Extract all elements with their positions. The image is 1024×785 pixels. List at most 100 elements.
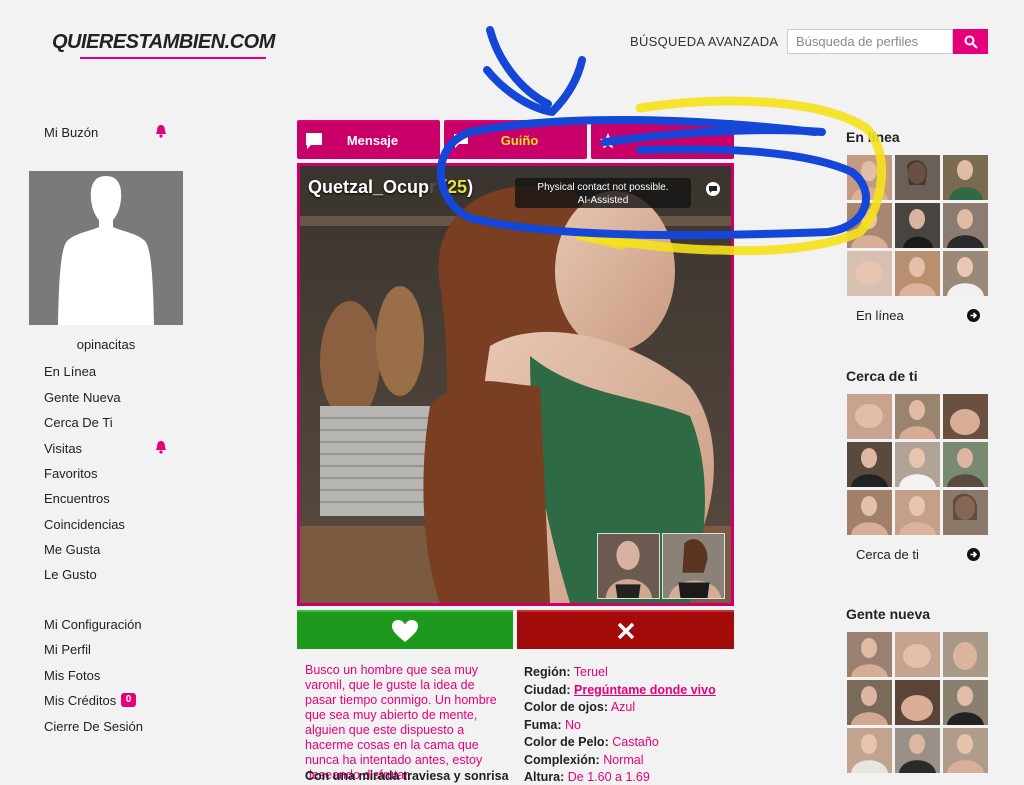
heart-icon — [392, 619, 418, 642]
profile-thumbnail[interactable] — [895, 632, 940, 677]
profile-description-end: Con una mirada traviesa y sonrisa — [305, 769, 509, 783]
chat-icon[interactable] — [705, 181, 721, 197]
detail-key: Complexión: — [524, 752, 600, 767]
advanced-search-link[interactable]: BÚSQUEDA AVANZADA — [630, 34, 778, 49]
profile-thumbnail[interactable] — [847, 203, 892, 248]
profile-thumbnail[interactable] — [895, 490, 940, 535]
detail-key: Color de Pelo: — [524, 735, 609, 749]
profile-thumbnail[interactable] — [847, 490, 892, 535]
city-link[interactable]: Pregúntame donde vivo — [574, 683, 716, 697]
profile-thumbnail[interactable] — [895, 728, 940, 773]
profile-thumbnail[interactable] — [943, 203, 988, 248]
message-button-label: Mensaje — [346, 133, 399, 148]
online-see-all-link[interactable]: En línea — [846, 305, 980, 325]
search-icon — [964, 35, 978, 49]
profile-thumbnail[interactable] — [943, 251, 988, 296]
profile-thumbnail[interactable] — [943, 728, 988, 773]
profile-thumbnail[interactable] — [847, 394, 892, 439]
favorite-button[interactable] — [591, 120, 734, 159]
profile-thumbnail[interactable] — [847, 442, 892, 487]
detail-value: De 1.60 a 1.69 — [567, 770, 650, 784]
sidebar-item-my-photos[interactable]: Mis Fotos — [44, 668, 100, 683]
wink-icon — [454, 133, 468, 148]
profile-thumbnail[interactable] — [895, 442, 940, 487]
sidebar-item-logout[interactable]: Cierre De Sesión — [44, 719, 143, 734]
profile-name: Quetzal_Ocupr (25) — [308, 177, 474, 197]
detail-key: Altura: — [524, 770, 565, 784]
detail-value: Teruel — [573, 665, 608, 679]
profile-photo[interactable]: Quetzal_Ocupr (25) Physical contact not … — [297, 163, 734, 606]
sidebar-item-my-credits[interactable]: Mis Créditos — [44, 693, 116, 708]
search-button[interactable] — [953, 29, 988, 54]
detail-build: Complexión: Normal — [524, 752, 744, 770]
credits-badge: 0 — [121, 693, 136, 707]
sidebar-item-encounters[interactable]: Encuentros — [44, 491, 110, 506]
profile-thumbnail[interactable] — [895, 203, 940, 248]
photo-thumbnail[interactable] — [597, 533, 660, 599]
profile-age: 25 — [447, 177, 468, 197]
dislike-button[interactable] — [517, 610, 734, 649]
ai-badge-line1: Physical contact not possible. — [537, 182, 669, 193]
new-people-thumbnail-grid — [847, 632, 988, 773]
detail-city: Ciudad: Pregúntame donde vivo — [524, 682, 744, 700]
sidebar-item-settings[interactable]: Mi Configuración — [44, 617, 142, 632]
sidebar-item-new-people[interactable]: Gente Nueva — [44, 390, 121, 405]
sidebar-item-nearby[interactable]: Cerca De Ti — [44, 415, 113, 430]
ai-assisted-badge: Physical contact not possible. AI-Assist… — [515, 178, 691, 208]
like-button[interactable] — [297, 610, 513, 649]
detail-hair-color: Color de Pelo: Castaño — [524, 734, 744, 752]
nearby-link-label: Cerca de ti — [856, 546, 919, 562]
detail-value: Castaño — [612, 735, 659, 749]
sidebar-item-favorites[interactable]: Favoritos — [44, 466, 97, 481]
bell-icon — [156, 125, 166, 138]
photo-thumbnail[interactable] — [662, 533, 725, 599]
detail-height: Altura: De 1.60 a 1.69 — [524, 769, 744, 785]
profile-thumbnail[interactable] — [943, 155, 988, 200]
profile-search-input[interactable] — [787, 29, 953, 54]
profile-thumbnail[interactable] — [847, 251, 892, 296]
wink-button[interactable]: Guiño — [444, 120, 587, 159]
sidebar-item-mailbox[interactable]: Mi Buzón — [44, 125, 98, 140]
profile-thumbnail[interactable] — [895, 680, 940, 725]
detail-value: Azul — [610, 700, 636, 714]
online-link-label: En línea — [856, 307, 904, 323]
detail-key: Región: — [524, 665, 571, 679]
profile-thumbnail[interactable] — [895, 394, 940, 439]
avatar[interactable] — [29, 171, 183, 325]
sidebar-item-my-profile[interactable]: Mi Perfil — [44, 642, 91, 657]
username[interactable]: opinacitas — [29, 337, 183, 352]
profile-username-hidden: r — [429, 177, 437, 197]
profile-thumbnail[interactable] — [895, 251, 940, 296]
star-icon — [600, 132, 616, 148]
profile-thumbnail[interactable] — [943, 680, 988, 725]
profile-thumbnail[interactable] — [847, 155, 892, 200]
detail-key: Fuma: — [524, 717, 562, 732]
profile-thumbnail[interactable] — [895, 155, 940, 200]
profile-description: Busco un hombre que sea muy varonil, que… — [305, 663, 497, 782]
sidebar-item-matches[interactable]: Coincidencias — [44, 517, 125, 532]
profile-details: Región: Teruel Ciudad: Pregúntame donde … — [524, 664, 744, 785]
arrow-right-circle-icon — [967, 308, 980, 322]
nearby-see-all-link[interactable]: Cerca de ti — [846, 544, 980, 564]
site-logo[interactable]: QUIERESTAMBIEN.COM — [50, 26, 275, 59]
detail-value: No — [564, 717, 581, 732]
logo-underline — [80, 57, 266, 59]
ai-badge-line2: AI-Assisted — [577, 195, 629, 206]
profile-thumbnail[interactable] — [943, 490, 988, 535]
sidebar-item-online[interactable]: En Línea — [44, 364, 96, 379]
arrow-right-circle-icon — [967, 547, 980, 561]
message-button[interactable]: Mensaje — [297, 120, 440, 159]
detail-eye-color: Color de ojos: Azul — [524, 699, 744, 717]
profile-thumbnail[interactable] — [847, 632, 892, 677]
profile-thumbnail[interactable] — [847, 728, 892, 773]
profile-thumbnail[interactable] — [943, 442, 988, 487]
detail-value: Normal — [603, 752, 644, 767]
sidebar-item-likes[interactable]: Me Gusta — [44, 542, 100, 557]
profile-thumbnail[interactable] — [943, 394, 988, 439]
online-section-title: En línea — [846, 129, 900, 145]
detail-key: Color de ojos: — [524, 700, 609, 714]
profile-thumbnail[interactable] — [943, 632, 988, 677]
profile-thumbnail[interactable] — [847, 680, 892, 725]
sidebar-item-visits[interactable]: Visitas — [44, 441, 82, 456]
sidebar-item-liked-by[interactable]: Le Gusto — [44, 567, 97, 582]
